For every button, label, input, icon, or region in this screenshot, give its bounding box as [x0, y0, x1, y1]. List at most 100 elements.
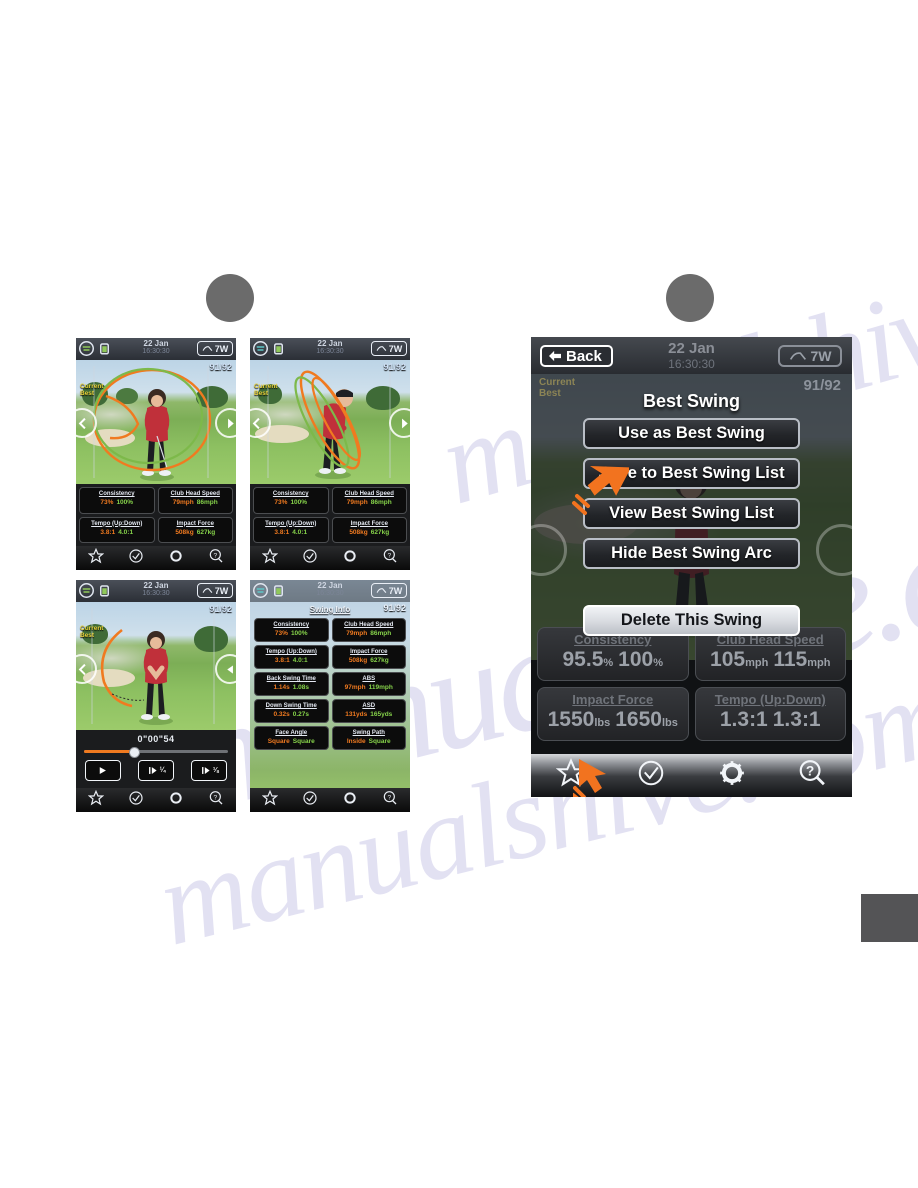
tab-best-swing[interactable]: [261, 789, 279, 811]
stat-tile[interactable]: Consistency 73% 100%: [79, 487, 155, 514]
tab-best-swing[interactable]: [87, 547, 105, 569]
playback-scrubber[interactable]: [84, 747, 228, 758]
stat-best: 165yds: [370, 711, 393, 718]
stat-tile-tempo[interactable]: Tempo (Up:Down) 1.3:1 1.3:1: [694, 687, 846, 741]
club-badge[interactable]: 7W: [371, 341, 407, 356]
stat-best: Square: [368, 738, 391, 745]
stat-tile-impact-force[interactable]: Impact Force 1550lbs 1650lbs: [537, 687, 689, 741]
stat-tile[interactable]: Club Head Speed 79mph 86mph: [331, 618, 406, 642]
delete-this-swing-button[interactable]: Delete This Swing: [583, 605, 800, 636]
club-badge[interactable]: 7W: [371, 583, 407, 598]
svg-text:?: ?: [213, 794, 217, 801]
use-as-best-swing-button[interactable]: Use as Best Swing: [583, 418, 800, 449]
tab-history[interactable]: [302, 790, 318, 811]
stat-tile[interactable]: Swing Path Inside Square: [331, 726, 406, 750]
club-label: 7W: [810, 348, 832, 364]
speed-label: ¼: [159, 767, 166, 774]
current-best-label: Current Best: [80, 383, 104, 397]
tab-bar[interactable]: ?: [250, 788, 410, 812]
best-swing-menu-screen[interactable]: 22 Jan 16:30:30 Back 7W Current Best 91/…: [531, 337, 852, 797]
stat-best-unit: mph: [807, 657, 831, 669]
stat-tile[interactable]: ASD 131yds 165yds: [331, 699, 406, 723]
stat-tile[interactable]: Down Swing Time 0.32s 0.27s: [254, 699, 329, 723]
status-bar: 22 Jan 16:30:30 Back 7W: [531, 337, 852, 374]
tab-history[interactable]: [128, 548, 144, 569]
back-arrow-icon: [549, 350, 561, 362]
stat-tile[interactable]: Tempo (Up:Down) 3.8:1 4.0:1: [79, 516, 155, 543]
stat-tile[interactable]: Impact Force 508kg 627kg: [331, 516, 407, 543]
stat-title: ABS: [362, 676, 376, 682]
best-swing-menu: Use as Best Swing Save to Best Swing Lis…: [583, 418, 800, 645]
tab-bar[interactable]: ?: [76, 546, 236, 570]
svg-text:?: ?: [387, 552, 391, 559]
stat-tile[interactable]: Back Swing Time 1.14s 1.08s: [254, 672, 329, 696]
stat-current: 1.3:1: [719, 708, 768, 731]
tab-history[interactable]: [636, 758, 666, 793]
stat-tile[interactable]: Consistency 73% 100%: [254, 618, 329, 642]
stat-current: 131yds: [345, 711, 368, 718]
stat-tile[interactable]: Club Head Speed 79mph 86mph: [157, 487, 233, 514]
tab-settings[interactable]: [342, 548, 358, 569]
thumbnail-side-view[interactable]: 22 Jan 16:30:30 7W Current Best 91/92 Co…: [250, 338, 410, 570]
tab-help[interactable]: ?: [208, 790, 224, 811]
tab-best-swing[interactable]: [87, 789, 105, 811]
tab-help[interactable]: ?: [382, 548, 398, 569]
stat-tile[interactable]: Face Angle Square Square: [254, 726, 329, 750]
club-badge[interactable]: 7W: [197, 583, 233, 598]
thumbnail-playback[interactable]: 22 Jan 16:30:30 7W Current Best 91/92 0"…: [76, 580, 236, 812]
stat-title: Tempo (Up:Down): [265, 649, 317, 655]
stat-tile[interactable]: Tempo (Up:Down) 3.8:1 4.0:1: [253, 516, 329, 543]
scrubber-knob[interactable]: [128, 747, 140, 758]
swing-video-front[interactable]: Current Best 91/92: [76, 360, 236, 484]
play-eighth-speed-button[interactable]: ⅛: [191, 760, 228, 781]
tab-bar[interactable]: ?: [250, 546, 410, 570]
stat-current: 508kg: [348, 657, 368, 664]
tab-history[interactable]: [128, 790, 144, 811]
tab-settings[interactable]: [168, 790, 184, 811]
stat-tile[interactable]: Consistency 73% 100%: [253, 487, 329, 514]
status-bar: 22 Jan 16:30:30 7W: [76, 338, 236, 361]
stat-tile[interactable]: ABS 97mph 119mph: [331, 672, 406, 696]
cursor-pointer-tab: [573, 759, 606, 797]
status-bar: 22 Jan 16:30:30 7W: [250, 580, 410, 602]
club-badge[interactable]: 7W: [778, 345, 842, 367]
stat-title: Impact Force: [350, 520, 388, 527]
stat-tile[interactable]: Club Head Speed 79mph 86mph: [331, 487, 407, 514]
hide-best-swing-arc-button[interactable]: Hide Best Swing Arc: [583, 538, 800, 569]
tab-help[interactable]: ?: [208, 548, 224, 569]
stat-current: 97mph: [344, 684, 366, 691]
stat-best: 0.27s: [292, 711, 310, 718]
stat-title: Consistency: [273, 622, 310, 628]
tab-best-swing[interactable]: [261, 547, 279, 569]
stat-current: 79mph: [346, 499, 368, 506]
stat-current: Inside: [346, 738, 366, 745]
swing-video-playback[interactable]: Current Best 91/92: [76, 602, 236, 730]
stat-current: 3.8:1: [100, 528, 116, 536]
swing-counter: 91/92: [209, 604, 232, 614]
stat-tile[interactable]: Tempo (Up:Down) 3.8:1 4.0:1: [254, 645, 329, 669]
tab-history[interactable]: [302, 548, 318, 569]
stat-title: ASD: [362, 703, 376, 709]
play-quarter-speed-button[interactable]: ¼: [137, 760, 174, 781]
stat-tile[interactable]: Impact Force 508kg 627kg: [331, 645, 406, 669]
tab-help[interactable]: ?: [382, 790, 398, 811]
playback-buttons: ¼ ⅛: [76, 760, 236, 786]
stat-tile[interactable]: Impact Force 508kg 627kg: [157, 516, 233, 543]
gear-icon: [719, 761, 744, 785]
back-button[interactable]: Back: [540, 345, 613, 367]
play-button[interactable]: [84, 760, 121, 781]
tab-settings[interactable]: [342, 790, 358, 811]
stat-grid: Consistency 73% 100% Club Head Speed 79mp…: [76, 484, 236, 546]
club-badge[interactable]: 7W: [197, 341, 233, 356]
thumbnail-front-view[interactable]: 22 Jan 16:30:30 7W Current Best 91/92 Co…: [76, 338, 236, 570]
status-bar: 22 Jan 16:30:30 7W: [250, 338, 410, 361]
speed-label: ⅛: [212, 767, 219, 774]
tab-settings[interactable]: [168, 548, 184, 569]
thumbnail-swing-info[interactable]: 22 Jan 16:30:30 7W 91/92 Swing Info Cons…: [250, 580, 410, 812]
tab-bar[interactable]: ?: [76, 788, 236, 812]
swing-video-side[interactable]: Current Best 91/92: [250, 360, 410, 484]
tab-help[interactable]: ?: [797, 758, 827, 793]
tab-settings[interactable]: [717, 758, 747, 793]
stat-current-unit: lbs: [594, 717, 611, 729]
stat-title: Face Angle: [275, 730, 308, 736]
